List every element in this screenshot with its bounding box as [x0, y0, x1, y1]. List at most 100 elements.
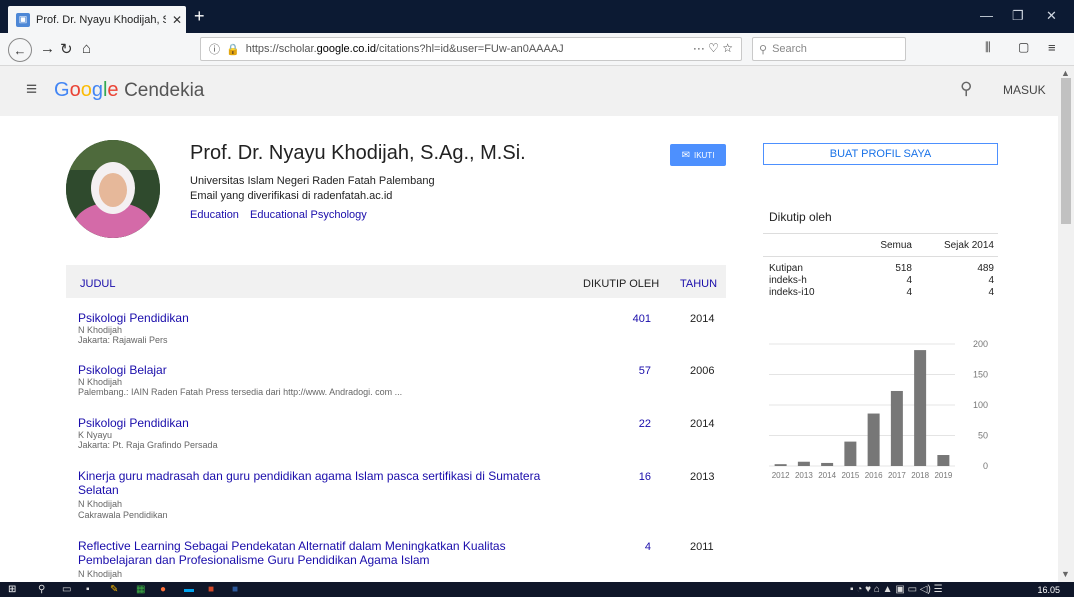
word-icon[interactable]: ■: [232, 584, 238, 595]
chart-bar[interactable]: [774, 464, 787, 466]
metric-since: 4: [988, 287, 994, 298]
sidebar-icon[interactable]: ▢: [1018, 40, 1029, 54]
x-tick-label: 2018: [911, 471, 929, 480]
file-explorer-icon[interactable]: ▬: [184, 584, 194, 595]
menu-icon[interactable]: ≡: [1048, 40, 1056, 55]
article-title-link[interactable]: Kinerja guru madrasah dan guru pendidika…: [78, 469, 578, 497]
y-tick-label: 200: [973, 339, 988, 349]
signin-button[interactable]: MASUK: [1003, 83, 1046, 97]
chart-bar[interactable]: [821, 462, 834, 466]
metric-name[interactable]: indeks-i10: [769, 287, 844, 299]
x-tick-label: 2014: [818, 471, 836, 480]
new-tab-icon[interactable]: +: [194, 6, 205, 27]
create-profile-button[interactable]: BUAT PROFIL SAYA: [763, 143, 998, 165]
windows-start-icon[interactable]: ⊞: [8, 584, 16, 595]
taskbar-clock: 16.05: [1037, 585, 1060, 595]
metric-name[interactable]: Kutipan: [769, 263, 844, 275]
article-title-link[interactable]: Psikologi Pendidikan: [78, 416, 578, 430]
google-cendekia-logo[interactable]: Google Cendekia: [54, 79, 204, 102]
table-row: Psikologi Pendidikan N Khodijah Jakarta:…: [66, 311, 726, 351]
back-icon[interactable]: ←: [8, 38, 32, 62]
chart-bar[interactable]: [844, 441, 857, 466]
maximize-icon[interactable]: ❐: [1012, 8, 1024, 24]
close-tab-icon[interactable]: ✕: [172, 13, 182, 27]
interest-link[interactable]: Educational Psychology: [250, 209, 367, 221]
mail-icon: ✉: [681, 149, 690, 161]
search-icon[interactable]: ⚲: [38, 584, 45, 595]
cited-count-link[interactable]: 16: [621, 471, 651, 483]
table-row: Psikologi Pendidikan K Nyayu Jakarta: Pt…: [66, 416, 726, 456]
chart-bar[interactable]: [890, 390, 903, 466]
metric-all: 4: [906, 287, 912, 298]
profile-email: Email yang diverifikasi di radenfatah.ac…: [190, 190, 393, 202]
library-icon[interactable]: ⫼: [985, 40, 991, 55]
article-publication: Jakarta: Rajawali Pers: [78, 335, 168, 345]
article-year: 2013: [690, 471, 715, 483]
scroll-up-icon[interactable]: ▲: [1061, 68, 1070, 78]
system-tray-icon[interactable]: ▪ ◔ ♥ ⌂ ▲ ▣ ▭ ◁) ☰: [850, 584, 943, 595]
article-title-link[interactable]: Psikologi Pendidikan: [78, 311, 578, 325]
scholar-favicon-icon: ▣: [16, 12, 30, 27]
article-title-link[interactable]: Psikologi Belajar: [78, 363, 578, 377]
metric-all: 518: [895, 263, 912, 274]
page-scrollbar[interactable]: ▲ ▼: [1058, 66, 1074, 582]
product-name: Cendekia: [124, 80, 205, 101]
search-icon[interactable]: ⚲: [960, 79, 972, 99]
article-publication: Palembang.: IAIN Raden Fatah Press terse…: [78, 387, 403, 397]
cited-count-link[interactable]: 57: [621, 365, 651, 377]
app-icon[interactable]: ✎: [110, 584, 118, 595]
profile-affiliation: Universitas Islam Negeri Raden Fatah Pal…: [190, 175, 435, 187]
browser-tab[interactable]: ▣ Prof. Dr. Nyayu Khodijah, S.Ag. ✕: [8, 6, 186, 33]
page-actions-icon[interactable]: ··· ♡ ☆: [693, 41, 733, 55]
close-window-icon[interactable]: ✕: [1046, 8, 1057, 24]
scrollbar-thumb[interactable]: [1061, 78, 1071, 224]
chart-bar[interactable]: [797, 461, 810, 466]
chart-bar[interactable]: [867, 413, 880, 466]
hamburger-menu-icon[interactable]: ≡: [26, 79, 37, 101]
y-tick-label: 100: [973, 400, 988, 410]
chart-bar[interactable]: [937, 455, 950, 466]
sort-by-year[interactable]: TAHUN: [680, 278, 717, 290]
y-tick-label: 0: [983, 461, 988, 471]
task-view-icon[interactable]: ▭: [62, 584, 71, 595]
cited-count-link[interactable]: 22: [621, 418, 651, 430]
article-publication: Jakarta: Pt. Raja Grafindo Persada: [78, 440, 218, 450]
follow-label: IKUTI: [693, 150, 715, 160]
firefox-icon[interactable]: ●: [160, 584, 166, 595]
reload-icon[interactable]: ↻: [60, 40, 73, 58]
app-icon[interactable]: ▦: [136, 584, 145, 595]
citations-per-year-chart: 0 50 100 150 200 2012 2013 2014 2015 2016 2017 2018…: [763, 335, 998, 485]
forward-icon[interactable]: →: [40, 40, 55, 57]
browser-nav-bar: ← → ↻ ⌂ ⓘ 🔒 https://scholar. google.co.id…: [0, 33, 1074, 66]
browser-tab-bar: ▣ Prof. Dr. Nyayu Khodijah, S.Ag. ✕ + — …: [0, 0, 1074, 33]
x-tick-label: 2013: [795, 471, 813, 480]
metric-since: 489: [977, 263, 994, 274]
article-title-link[interactable]: Reflective Learning Sebagai Pendekatan A…: [78, 539, 558, 567]
scroll-down-icon[interactable]: ▼: [1061, 569, 1070, 579]
address-bar[interactable]: ⓘ 🔒 https://scholar. google.co.id/citatio…: [200, 37, 742, 61]
search-placeholder: Search: [772, 43, 807, 55]
interest-link[interactable]: Education: [190, 209, 239, 221]
app-icon[interactable]: ▪: [86, 584, 90, 595]
follow-button[interactable]: ✉ IKUTI: [670, 144, 726, 166]
metric-name[interactable]: indeks-h: [769, 275, 844, 287]
info-icon[interactable]: ⓘ: [209, 41, 220, 57]
home-icon[interactable]: ⌂: [82, 40, 91, 57]
profile-interests: Education Educational Psychology: [190, 209, 375, 221]
article-authors: N Khodijah: [78, 569, 123, 579]
cited-count-link[interactable]: 4: [621, 541, 651, 553]
cited-count-link[interactable]: 401: [621, 313, 651, 325]
article-year: 2014: [690, 418, 715, 430]
powerpoint-icon[interactable]: ■: [208, 584, 214, 595]
cited-by-heading: Dikutip oleh: [769, 210, 832, 224]
table-row: Reflective Learning Sebagai Pendekatan A…: [66, 539, 726, 582]
sort-by-title[interactable]: JUDUL: [80, 278, 115, 290]
x-tick-label: 2017: [888, 471, 906, 480]
citation-stats-table: Semua Sejak 2014 Kutipan 518 489 indeks-…: [763, 233, 998, 299]
profile-name: Prof. Dr. Nyayu Khodijah, S.Ag., M.Si.: [190, 142, 526, 164]
browser-search-input[interactable]: ⚲ Search: [752, 37, 906, 61]
col-since: Sejak 2014: [943, 240, 994, 251]
chart-bar[interactable]: [914, 350, 927, 466]
scholar-header: ≡ Google Cendekia ⚲ MASUK: [0, 66, 1058, 116]
minimize-icon[interactable]: —: [980, 8, 993, 23]
